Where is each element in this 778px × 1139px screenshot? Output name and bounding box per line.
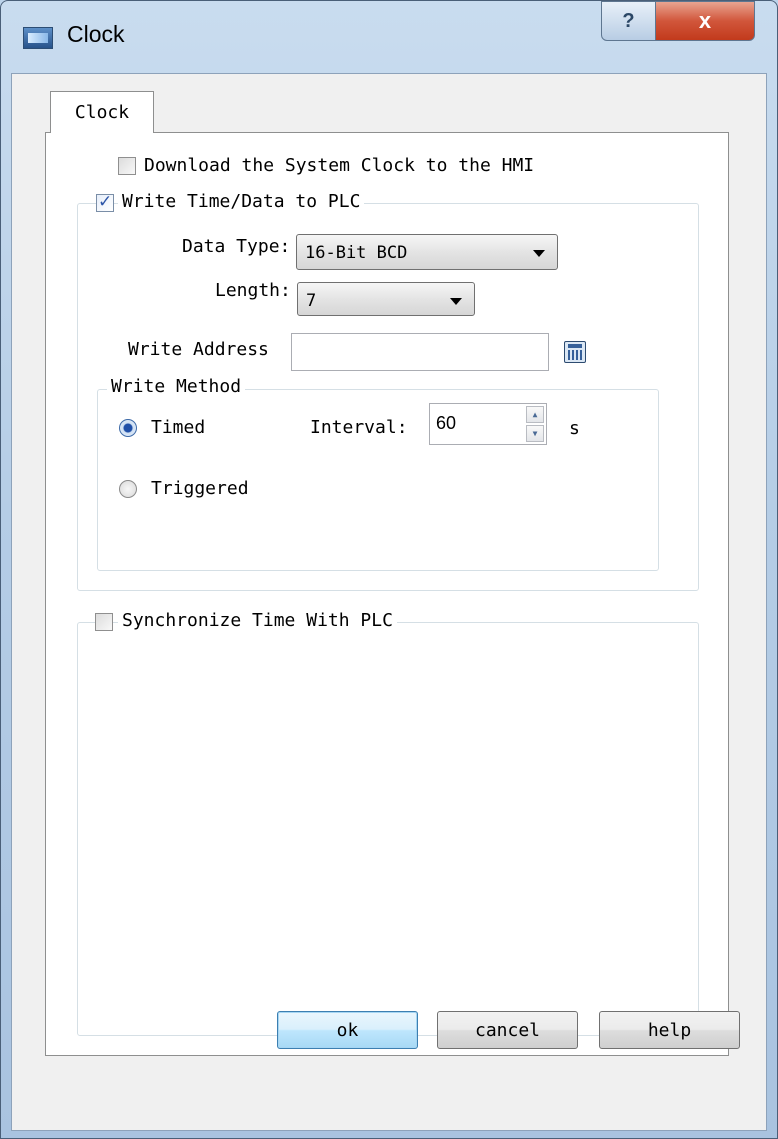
- calculator-keys: [568, 350, 582, 360]
- help-caption-button[interactable]: ?: [601, 1, 656, 41]
- spinner-buttons: ▲ ▼: [526, 406, 544, 442]
- interval-label: Interval:: [310, 417, 408, 438]
- sync-time-checkbox[interactable]: [95, 613, 113, 631]
- sync-time-label[interactable]: Synchronize Time With PLC: [118, 610, 397, 631]
- write-time-label[interactable]: Write Time/Data to PLC: [118, 191, 365, 212]
- chevron-down-icon: [450, 298, 462, 305]
- write-address-label: Write Address: [128, 339, 269, 360]
- tab-clock[interactable]: Clock: [50, 91, 154, 133]
- clock-dialog: Clock ? x Clock Download the System Cloc…: [0, 0, 778, 1139]
- calculator-icon[interactable]: [564, 341, 586, 363]
- length-label: Length:: [215, 280, 291, 301]
- chevron-down-icon: [533, 250, 545, 257]
- interval-spinner[interactable]: 60 ▲ ▼: [429, 403, 547, 445]
- calculator-screen: [568, 344, 582, 348]
- interval-value: 60: [436, 413, 457, 433]
- tab-clock-label: Clock: [74, 102, 130, 123]
- ok-button[interactable]: ok: [277, 1011, 418, 1049]
- download-clock-label[interactable]: Download the System Clock to the HMI: [144, 155, 534, 176]
- write-time-checkbox[interactable]: ✓: [96, 192, 114, 212]
- title-bar[interactable]: Clock ? x: [1, 1, 777, 73]
- download-clock-checkbox[interactable]: [118, 157, 136, 175]
- help-button[interactable]: help: [599, 1011, 740, 1049]
- data-type-select[interactable]: 16-Bit BCD: [296, 234, 558, 270]
- data-type-value: 16-Bit BCD: [305, 243, 408, 263]
- interval-unit: s: [569, 418, 580, 439]
- cancel-button[interactable]: cancel: [437, 1011, 578, 1049]
- timed-label[interactable]: Timed: [151, 417, 205, 438]
- spin-up-icon[interactable]: ▲: [526, 406, 544, 423]
- data-type-label: Data Type:: [182, 236, 291, 257]
- triggered-radio[interactable]: [119, 480, 137, 498]
- clock-window-icon: [23, 27, 53, 49]
- timed-radio[interactable]: [119, 419, 137, 437]
- clock-tab-panel: Download the System Clock to the HMI ✓ W…: [45, 132, 729, 1056]
- length-value: 7: [306, 291, 317, 311]
- write-address-input[interactable]: [291, 333, 549, 371]
- write-method-legend: Write Method: [107, 376, 246, 397]
- checkmark-icon: ✓: [98, 192, 113, 212]
- dialog-client-area: Clock Download the System Clock to the H…: [11, 73, 767, 1131]
- length-select[interactable]: 7: [297, 282, 475, 316]
- sync-time-group: [77, 622, 699, 1036]
- spin-down-icon[interactable]: ▼: [526, 425, 544, 442]
- triggered-label[interactable]: Triggered: [151, 478, 249, 499]
- window-title: Clock: [67, 21, 125, 47]
- close-button[interactable]: x: [655, 1, 755, 41]
